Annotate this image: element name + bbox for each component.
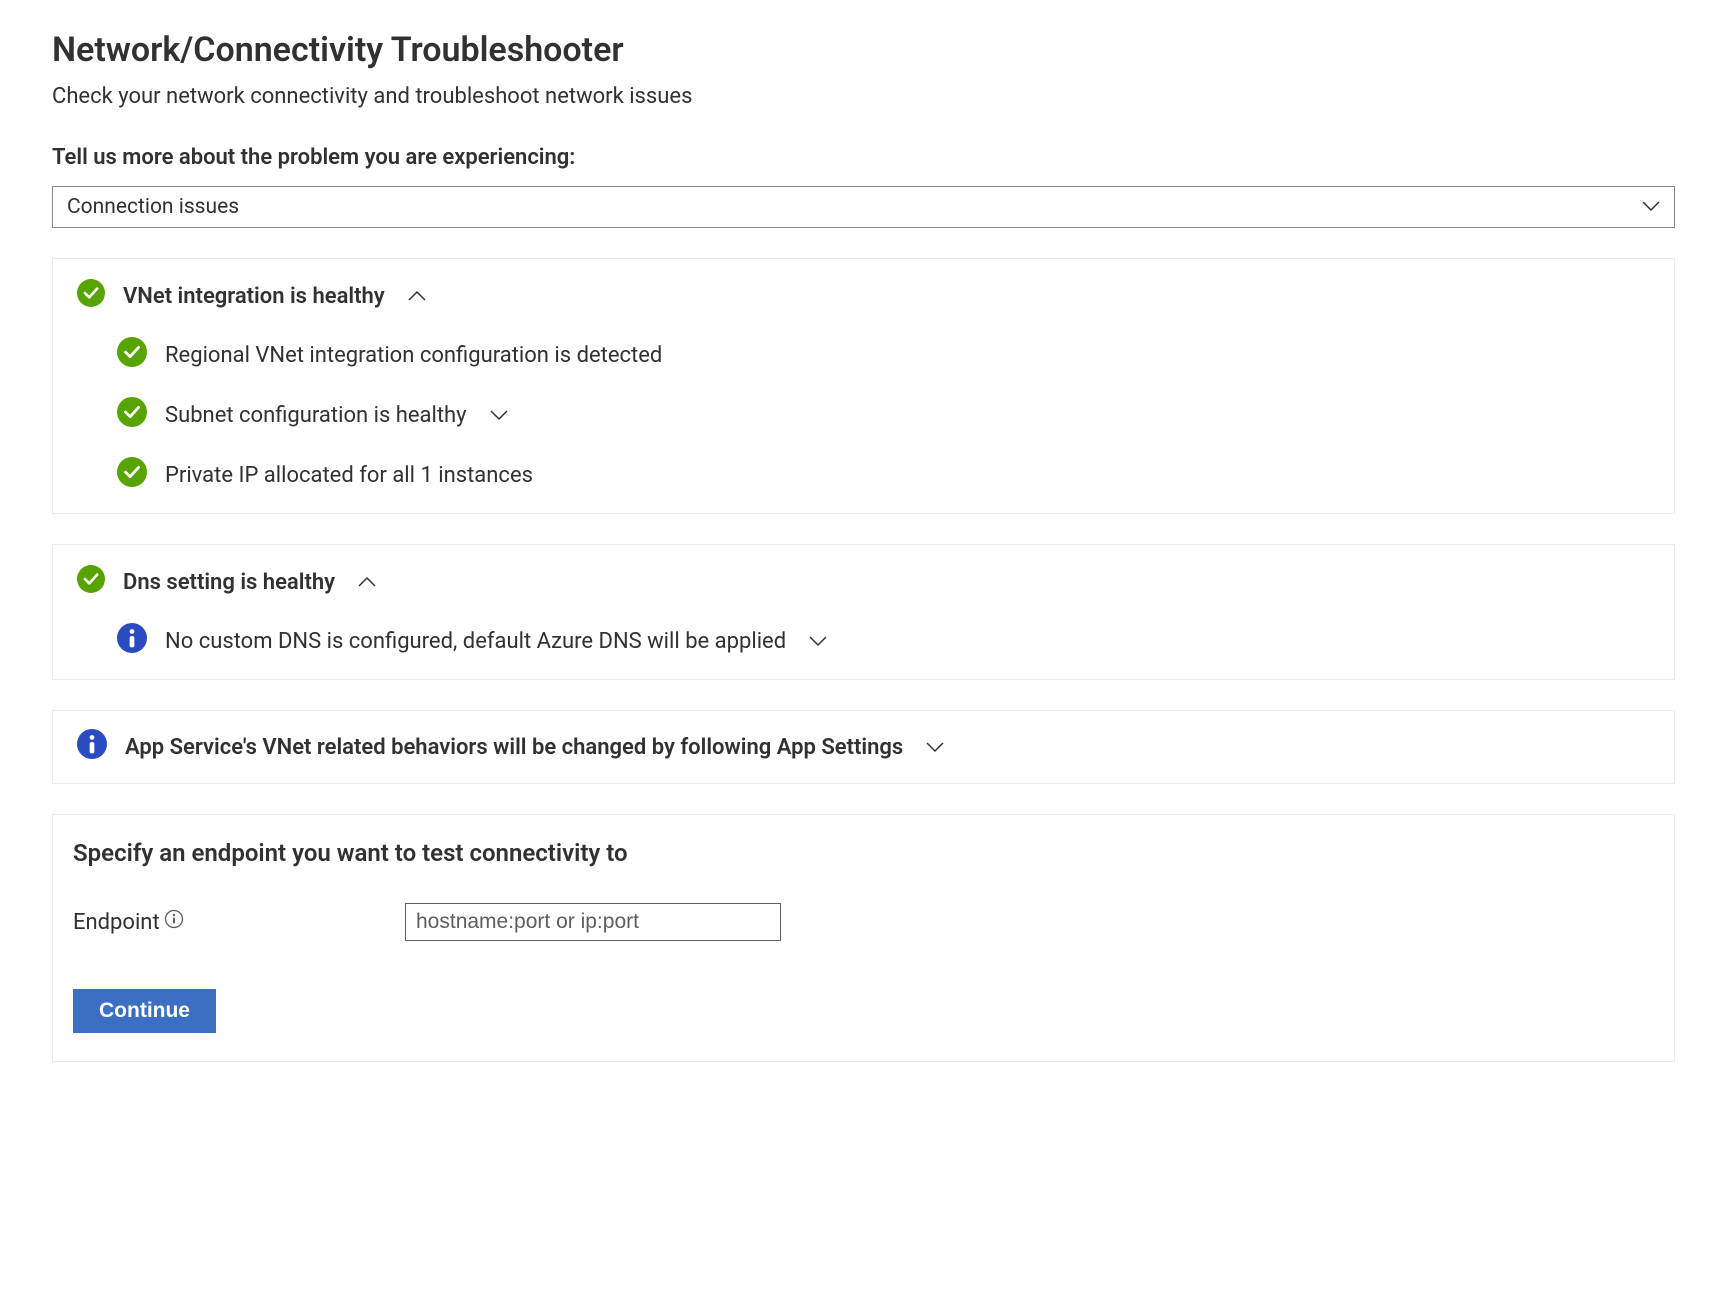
endpoint-label-text: Endpoint bbox=[73, 910, 160, 935]
check-icon bbox=[77, 565, 105, 599]
appservice-row[interactable]: App Service's VNet related behaviors wil… bbox=[77, 729, 1650, 765]
continue-button[interactable]: Continue bbox=[73, 989, 216, 1033]
dropdown-selected-value: Connection issues bbox=[67, 195, 239, 219]
dns-info-text: No custom DNS is configured, default Azu… bbox=[165, 629, 786, 654]
endpoint-input[interactable] bbox=[405, 903, 781, 941]
vnet-panel-title: VNet integration is healthy bbox=[123, 284, 385, 309]
chevron-down-icon bbox=[925, 738, 945, 757]
check-icon bbox=[117, 337, 147, 373]
check-icon bbox=[77, 279, 105, 313]
prompt-label: Tell us more about the problem you are e… bbox=[52, 145, 1675, 170]
endpoint-panel: Specify an endpoint you want to test con… bbox=[52, 814, 1675, 1062]
info-icon bbox=[77, 729, 107, 765]
dns-sub-list: No custom DNS is configured, default Azu… bbox=[77, 623, 1650, 659]
dns-panel-title: Dns setting is healthy bbox=[123, 570, 335, 595]
vnet-item-label: Subnet configuration is healthy bbox=[165, 403, 467, 428]
check-icon bbox=[117, 457, 147, 493]
chevron-down-icon bbox=[808, 632, 828, 651]
vnet-sub-list: Regional VNet integration configuration … bbox=[77, 337, 1650, 493]
chevron-up-icon bbox=[407, 287, 427, 306]
vnet-item-subnet[interactable]: Subnet configuration is healthy bbox=[117, 397, 1650, 433]
chevron-down-icon bbox=[489, 406, 509, 425]
dns-info-row[interactable]: No custom DNS is configured, default Azu… bbox=[117, 623, 1650, 659]
vnet-panel-header[interactable]: VNet integration is healthy bbox=[77, 279, 1650, 313]
chevron-up-icon bbox=[357, 573, 377, 592]
page-title: Network/Connectivity Troubleshooter bbox=[52, 30, 1675, 70]
dns-panel-header[interactable]: Dns setting is healthy bbox=[77, 565, 1650, 599]
info-outline-icon[interactable] bbox=[164, 909, 184, 935]
appservice-panel[interactable]: App Service's VNet related behaviors wil… bbox=[52, 710, 1675, 784]
vnet-item-label: Regional VNet integration configuration … bbox=[165, 343, 662, 368]
page-subtitle: Check your network connectivity and trou… bbox=[52, 84, 1675, 109]
problem-dropdown[interactable]: Connection issues bbox=[52, 186, 1675, 228]
appservice-text: App Service's VNet related behaviors wil… bbox=[125, 735, 903, 760]
endpoint-label: Endpoint bbox=[73, 909, 405, 935]
dns-panel: Dns setting is healthy No custom DNS is … bbox=[52, 544, 1675, 680]
endpoint-row: Endpoint bbox=[73, 903, 1654, 941]
vnet-panel: VNet integration is healthy Regional VNe… bbox=[52, 258, 1675, 514]
check-icon bbox=[117, 397, 147, 433]
info-icon bbox=[117, 623, 147, 659]
vnet-item-privateip: Private IP allocated for all 1 instances bbox=[117, 457, 1650, 493]
vnet-item-label: Private IP allocated for all 1 instances bbox=[165, 463, 533, 488]
endpoint-title: Specify an endpoint you want to test con… bbox=[73, 839, 1654, 867]
chevron-down-icon bbox=[1642, 198, 1660, 217]
vnet-item-regional: Regional VNet integration configuration … bbox=[117, 337, 1650, 373]
